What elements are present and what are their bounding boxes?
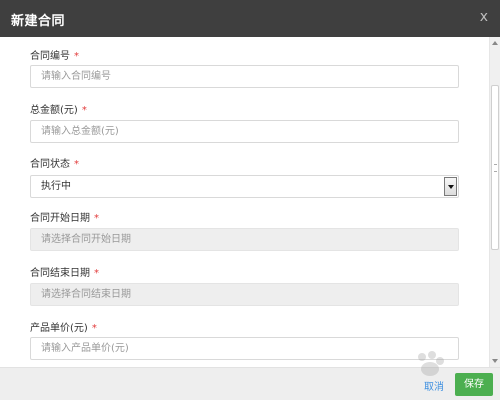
contract-number-label-text: 合同编号 <box>30 51 70 62</box>
unit-price-label: 产品单价(元) * <box>30 319 97 334</box>
end-date-picker[interactable]: 请选择合同结束日期 <box>30 283 459 306</box>
save-button[interactable]: 保存 <box>455 373 493 396</box>
dialog-header: 新建合同 x <box>0 0 500 37</box>
unit-price-input[interactable]: 请输入产品单价(元) <box>30 337 459 360</box>
start-date-picker[interactable]: 请选择合同开始日期 <box>30 228 459 251</box>
start-date-label-text: 合同开始日期 <box>30 213 90 224</box>
contract-status-value: 执行中 <box>41 181 71 192</box>
dialog-title: 新建合同 <box>11 14 66 29</box>
total-amount-label: 总金额(元) * <box>30 101 87 116</box>
scrollbar-thumb[interactable] <box>491 85 499 250</box>
required-marker: * <box>94 213 99 224</box>
end-date-label: 合同结束日期 * <box>30 264 99 279</box>
dialog-body[interactable]: 合同编号 * 请输入合同编号 总金额(元) * 请输入总金额(元) 合同状态 * 执行… <box>0 37 489 367</box>
total-amount-label-text: 总金额(元) <box>30 105 78 116</box>
start-date-label: 合同开始日期 * <box>30 209 99 224</box>
required-marker: * <box>74 51 79 62</box>
required-marker: * <box>91 323 97 334</box>
close-icon[interactable]: x <box>480 9 488 25</box>
required-marker: * <box>74 159 79 170</box>
required-marker: * <box>94 268 99 279</box>
scroll-down-icon[interactable] <box>491 356 500 366</box>
chevron-down-icon[interactable] <box>444 177 457 196</box>
end-date-label-text: 合同结束日期 <box>30 268 90 279</box>
contract-status-label: 合同状态 * <box>30 155 79 170</box>
dialog-footer: 取消 保存 <box>0 367 500 400</box>
vertical-scrollbar[interactable] <box>489 37 500 367</box>
contract-number-input[interactable]: 请输入合同编号 <box>30 65 459 88</box>
scroll-up-icon[interactable] <box>491 38 500 48</box>
contract-status-select[interactable]: 执行中 <box>30 175 459 198</box>
required-marker: * <box>81 105 87 116</box>
contract-status-label-text: 合同状态 <box>30 159 70 170</box>
total-amount-input[interactable]: 请输入总金额(元) <box>30 120 459 143</box>
contract-number-label: 合同编号 * <box>30 47 79 62</box>
cancel-button[interactable]: 取消 <box>424 378 444 393</box>
new-contract-dialog: 新建合同 x 合同编号 * 请输入合同编号 总金额(元) * 请输入总金额(元) 合… <box>0 0 500 400</box>
unit-price-label-text: 产品单价(元) <box>30 323 88 334</box>
